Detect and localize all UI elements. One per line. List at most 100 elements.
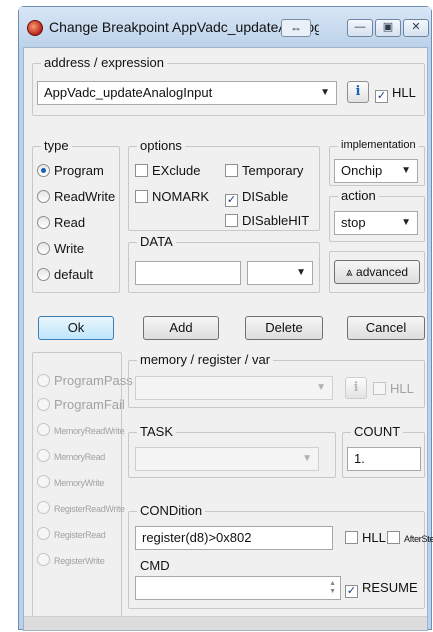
radio-label: RegisterReadWrite: [54, 504, 125, 514]
type-radio-default[interactable]: default: [37, 267, 93, 283]
temporary-checkbox[interactable]: Temporary: [225, 163, 303, 179]
advanced-button[interactable]: ⩓ advanced: [334, 260, 420, 284]
radio-icon: [37, 268, 50, 281]
radio-icon: [37, 216, 50, 229]
checkbox-label: Temporary: [242, 163, 304, 178]
address-legend: address / expression: [41, 55, 167, 70]
radio-icon: [37, 374, 50, 387]
minimize-button[interactable]: —: [347, 19, 373, 37]
memory-legend: memory / register / var: [137, 352, 274, 367]
add-button[interactable]: Add: [143, 316, 219, 340]
checkbox-label: EXclude: [152, 163, 201, 178]
chevron-down-icon: ▼: [320, 87, 330, 98]
task-legend: TASK: [137, 424, 176, 439]
chevron-down-icon: ▼: [302, 453, 312, 464]
count-input[interactable]: 1.: [347, 447, 421, 471]
checkbox-box: ✓: [345, 585, 358, 598]
hll-label: HLL: [362, 530, 386, 545]
options-legend: options: [137, 138, 185, 153]
radio-label: Program: [54, 163, 104, 178]
checkbox-box: [225, 164, 238, 177]
action-group: action stop ▼: [329, 188, 425, 242]
memory-hll-checkbox[interactable]: HLL: [373, 381, 414, 397]
cmd-input[interactable]: ▲ ▼: [135, 576, 341, 600]
type-radio-readwrite[interactable]: ReadWrite: [37, 189, 115, 205]
afterstep-label: AfterStep: [404, 534, 433, 544]
radio-icon: [37, 164, 50, 177]
memory-group: memory / register / var ▼ i HLL: [128, 352, 425, 408]
address-hll-checkbox[interactable]: ✓ HLL: [375, 85, 416, 103]
type-radio-memoryreadwrite[interactable]: MemoryReadWrite: [37, 423, 125, 439]
implementation-combo[interactable]: Onchip ▼: [334, 159, 418, 183]
task-combo[interactable]: ▼: [135, 447, 319, 471]
radio-icon: [37, 190, 50, 203]
implementation-legend: implementation: [338, 139, 419, 151]
type-group: type Program ReadWrite Read Write defaul…: [32, 138, 120, 293]
disable-checkbox[interactable]: ✓ DISable: [225, 189, 288, 207]
type-radio-registerreadwrite[interactable]: RegisterReadWrite: [37, 501, 125, 517]
checkbox-box: [345, 531, 358, 544]
radio-icon: [37, 242, 50, 255]
type-legend: type: [41, 138, 72, 153]
radio-label: MemoryWrite: [54, 478, 105, 488]
radio-label: RegisterRead: [54, 530, 106, 540]
type-radio-write[interactable]: Write: [37, 241, 84, 257]
type-radio-registerwrite[interactable]: RegisterWrite: [37, 553, 105, 569]
info-button[interactable]: i: [347, 81, 369, 103]
checkbox-label: NOMARK: [152, 189, 210, 204]
radio-icon: [37, 501, 50, 514]
type-radio-program[interactable]: Program: [37, 163, 104, 179]
memory-combo[interactable]: ▼: [135, 376, 333, 400]
hll-label: HLL: [390, 381, 414, 396]
window-title: Change Breakpoint AppVadc_updateAnalogIn…: [49, 19, 319, 35]
afterstep-checkbox[interactable]: AfterStep: [387, 531, 433, 547]
cancel-button[interactable]: Cancel: [347, 316, 425, 340]
radio-label: default: [54, 267, 94, 282]
condition-input[interactable]: register(d8)>0x802: [135, 526, 333, 550]
chevron-down-icon: ▼: [296, 267, 306, 278]
exclude-checkbox[interactable]: EXclude: [135, 163, 200, 179]
nomark-checkbox[interactable]: NOMARK: [135, 189, 209, 205]
radio-label: RegisterWrite: [54, 556, 105, 566]
delete-button[interactable]: Delete: [245, 316, 323, 340]
type-radio-memorywrite[interactable]: MemoryWrite: [37, 475, 104, 491]
info-icon: i: [355, 84, 361, 99]
options-group: options EXclude Temporary NOMARK ✓ DISabl…: [128, 138, 320, 231]
advanced-frame: ⩓ advanced: [329, 251, 425, 293]
ok-button[interactable]: Ok: [38, 316, 114, 340]
type-radio-programfail[interactable]: ProgramFail: [37, 397, 125, 413]
condition-legend: CONDition: [137, 503, 206, 518]
disablehit-checkbox[interactable]: DISableHIT: [225, 213, 309, 229]
type-radio-registerread[interactable]: RegisterRead: [37, 527, 106, 543]
close-button[interactable]: ✕: [403, 19, 429, 37]
radio-label: MemoryReadWrite: [54, 426, 125, 436]
radio-icon: [37, 527, 50, 540]
advanced-type-group: ProgramPass ProgramFail MemoryReadWrite …: [32, 352, 133, 624]
memory-info-button[interactable]: i: [345, 377, 367, 399]
checkbox-box: ✓: [225, 194, 238, 207]
resume-checkbox[interactable]: ✓ RESUME: [345, 580, 418, 598]
action-combo[interactable]: stop ▼: [334, 211, 418, 235]
condition-hll-checkbox[interactable]: HLL: [345, 530, 386, 546]
swap-arrows-icon[interactable]: ⇔: [281, 19, 311, 37]
action-value: stop: [341, 215, 366, 230]
data-group: DATA ▼: [128, 234, 320, 293]
data-input[interactable]: [135, 261, 241, 285]
title-bar[interactable]: Change Breakpoint AppVadc_updateAnalogIn…: [19, 7, 431, 47]
checkbox-box: [135, 164, 148, 177]
type-radio-memoryread[interactable]: MemoryRead: [37, 449, 105, 465]
maximize-button[interactable]: ▣: [375, 19, 401, 37]
chevron-down-icon: ▼: [401, 217, 411, 228]
radio-icon: [37, 398, 50, 411]
checkbox-box: ✓: [375, 90, 388, 103]
type-radio-read[interactable]: Read: [37, 215, 85, 231]
address-combo[interactable]: AppVadc_updateAnalogInput ▼: [37, 81, 337, 105]
type-radio-programpass[interactable]: ProgramPass: [37, 373, 133, 389]
spinner-arrows-icon[interactable]: ▲ ▼: [329, 580, 336, 596]
data-combo[interactable]: ▼: [247, 261, 313, 285]
checkbox-box: [387, 531, 400, 544]
task-group: TASK ▼: [128, 424, 336, 478]
checkbox-box: [135, 190, 148, 203]
info-icon: i: [353, 380, 359, 395]
radio-label: Write: [54, 241, 85, 256]
